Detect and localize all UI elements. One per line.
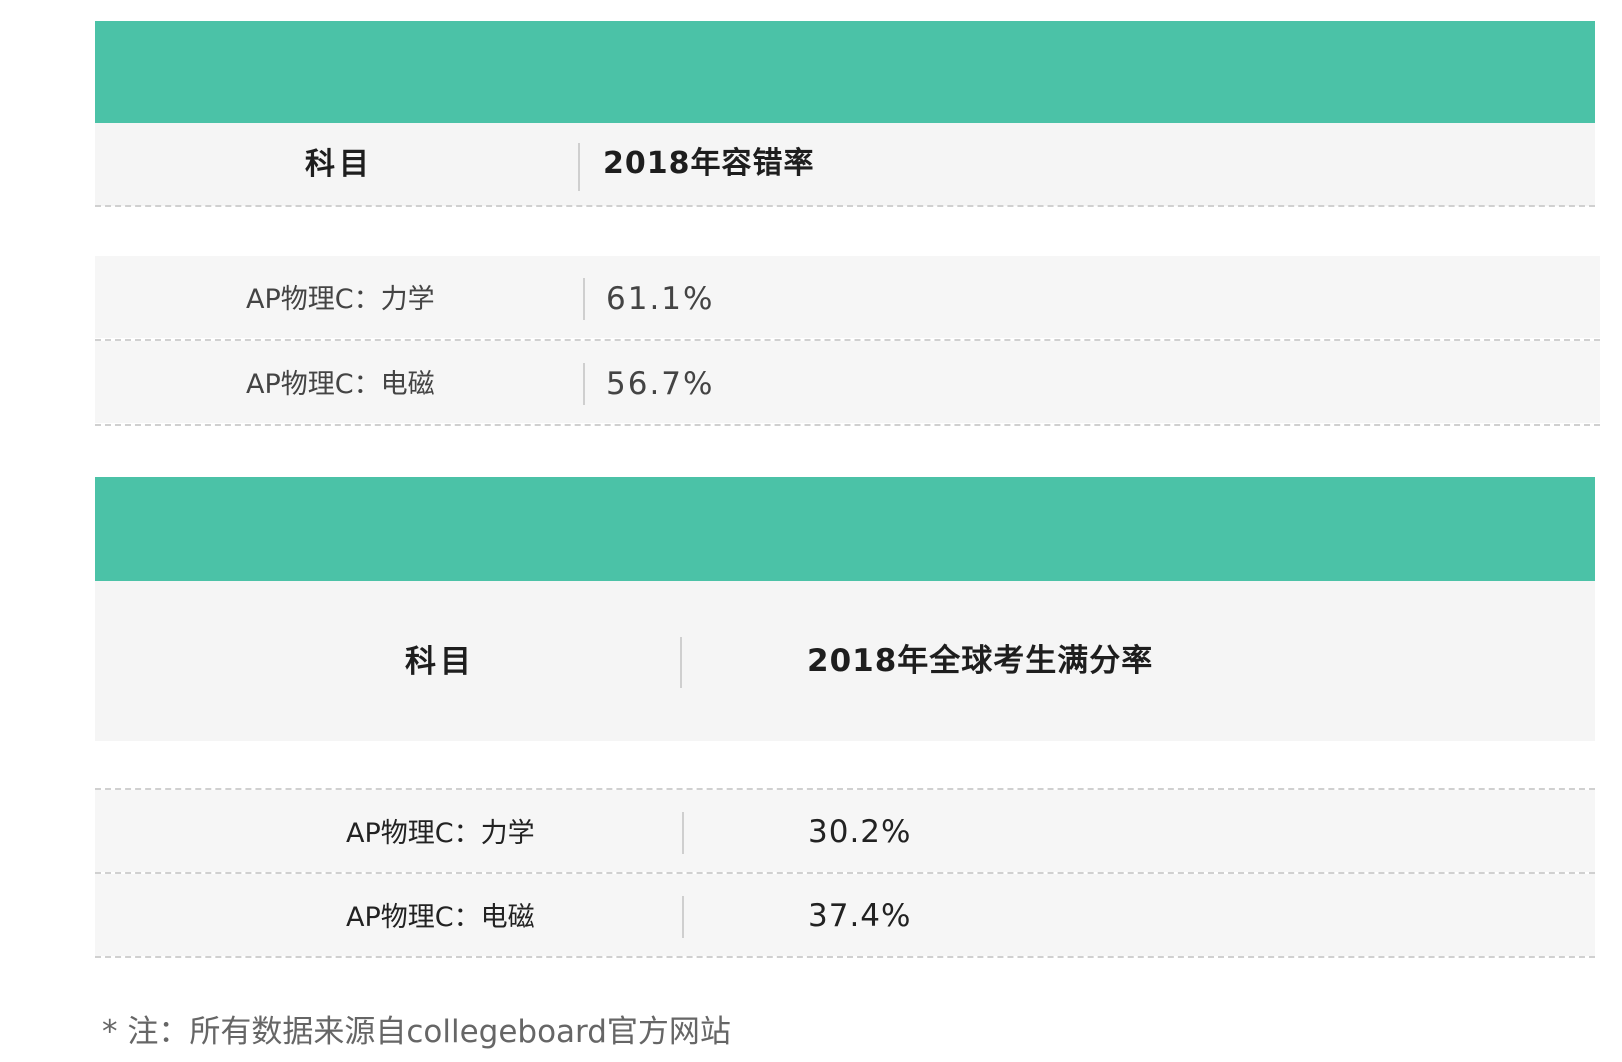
table2-header-value: 2018年全球考生满分率 [807,643,1154,679]
table1-header-band [95,21,1595,123]
table1-header-subject: 科目 [305,147,373,182]
table1-row2-subject: AP物理C：电磁 [246,369,435,400]
table2-row2-value: 37.4% [808,898,912,934]
row-separator [95,956,1595,958]
table2-row1-divider [682,812,684,854]
table1-row1-divider [583,278,585,320]
table2-row2-divider [682,896,684,938]
table2-header-subject: 科目 [405,644,475,680]
table1-header-border [95,205,1595,207]
table1-header-value: 2018年容错率 [603,146,815,181]
table2-row1-value: 30.2% [808,814,912,850]
table1-row2-divider [583,363,585,405]
table1-row1-subject: AP物理C：力学 [246,284,435,315]
footnote: * 注：所有数据来源自collegeboard官方网站 [102,1014,731,1050]
row-separator [95,424,1600,426]
table1-row1-value: 61.1% [606,281,715,317]
table2-row2-subject: AP物理C：电磁 [346,902,535,933]
table1-header-divider [578,143,580,191]
table2-header-divider [680,637,682,688]
table1-row2-value: 56.7% [606,366,715,402]
table2-header-band [95,477,1595,581]
table2-row1-subject: AP物理C：力学 [346,818,535,849]
